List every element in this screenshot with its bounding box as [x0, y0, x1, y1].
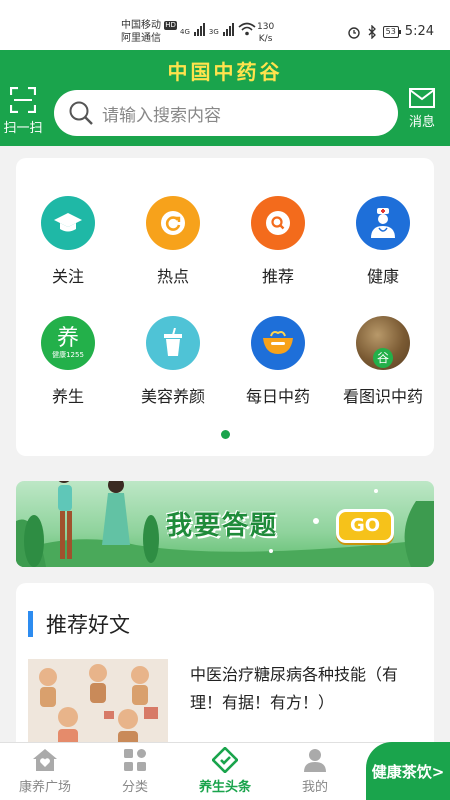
health-tea-button[interactable]: 健康茶饮> [366, 742, 450, 800]
scan-icon [10, 87, 36, 113]
tab-label: 养生头条 [198, 780, 251, 795]
banner-title: 我要答题 [166, 511, 279, 541]
network-type-1: 4G [180, 28, 190, 36]
category-wellness[interactable]: 养 健康1255 养生 [18, 316, 118, 407]
category-label: 美容养颜 [140, 387, 205, 406]
category-label: 看图识中药 [342, 387, 423, 406]
category-daily-herb[interactable]: 每日中药 [228, 316, 328, 407]
status-bar: 中国移动 HD 阿里通信 4G 3G 130 K/s 53 5:24 [0, 0, 450, 50]
pager-dot[interactable] [221, 430, 230, 439]
signal-icon [222, 22, 234, 36]
category-label: 关注 [51, 267, 84, 286]
yangsheng-logo-icon: 养 健康1255 [41, 316, 95, 370]
category-label: 每日中药 [245, 387, 310, 406]
app-header: 中国中药谷 扫一扫 请输入搜索内容 消息 [0, 50, 450, 146]
quiz-banner[interactable]: 我要答题 GO [16, 481, 434, 567]
category-card: 关注 热点 推荐 健康 养 健康1255 养生 美容养颜 每日中药 谷 看图识中… [16, 158, 434, 456]
home-heart-icon [33, 749, 57, 771]
category-label: 养生 [51, 387, 84, 406]
refresh-icon [146, 196, 200, 250]
herb-photo-badge: 谷 [373, 348, 393, 368]
bluetooth-icon [368, 24, 376, 39]
clock: 5:24 [404, 24, 434, 39]
section-title: 推荐好文 [46, 613, 130, 637]
network-indicators: 4G 3G [180, 22, 256, 36]
search-icon [69, 101, 93, 125]
network-type-2: 3G [208, 28, 219, 36]
status-right: 53 5:24 [347, 24, 434, 39]
doctor-icon [356, 196, 410, 250]
carrier-info: 中国移动 HD 阿里通信 [121, 19, 177, 45]
search-icon [251, 196, 305, 250]
category-beauty[interactable]: 美容养颜 [123, 316, 223, 407]
category-health[interactable]: 健康 [333, 196, 433, 287]
signal-icon [193, 22, 205, 36]
message-label: 消息 [408, 115, 435, 130]
carrier-secondary: 阿里通信 [121, 33, 161, 44]
graduation-cap-icon [41, 196, 95, 250]
tab-label: 我的 [301, 780, 328, 795]
hd-badge: HD [164, 21, 177, 30]
yangsheng-logo-subtext: 健康1255 [52, 351, 84, 359]
tab-category[interactable]: 分类 [95, 747, 175, 795]
tab-label: 康养广场 [18, 780, 71, 795]
speed-unit: K/s [258, 34, 273, 44]
battery-icon: 53 [382, 25, 402, 38]
category-follow[interactable]: 关注 [18, 196, 118, 287]
scan-label: 扫一扫 [3, 121, 43, 136]
carrier-primary: 中国移动 [121, 20, 161, 31]
tab-wellness-square[interactable]: 康养广场 [5, 747, 85, 795]
mail-icon [409, 88, 435, 108]
category-hot[interactable]: 热点 [123, 196, 223, 287]
network-speed: 130 K/s [257, 21, 274, 45]
category-grid-icon [124, 749, 146, 771]
article-thumbnail-illustration [28, 659, 168, 749]
category-label: 热点 [156, 267, 189, 286]
tab-headlines[interactable]: 养生头条 [185, 747, 265, 795]
scan-button[interactable]: 扫一扫 [0, 87, 46, 137]
cup-icon [146, 316, 200, 370]
search-input[interactable]: 请输入搜索内容 [54, 90, 398, 136]
category-label: 健康 [366, 267, 399, 286]
user-icon [304, 749, 326, 772]
yangsheng-logo-text: 养 [56, 326, 79, 351]
herb-bowl-icon [251, 316, 305, 370]
speed-value: 130 [257, 22, 275, 32]
category-label: 推荐 [261, 267, 294, 286]
article-title[interactable]: 中医治疗糖尿病各种技能（有理！有据！有方！） [190, 661, 422, 717]
go-button[interactable]: GO [336, 509, 394, 543]
article-thumbnail[interactable] [28, 659, 168, 749]
app-title: 中国中药谷 [167, 60, 283, 84]
herb-photo-icon: 谷 [356, 316, 410, 370]
category-recommend[interactable]: 推荐 [228, 196, 328, 287]
tab-mine[interactable]: 我的 [275, 747, 355, 795]
message-button[interactable]: 消息 [402, 88, 442, 138]
section-accent-bar [28, 611, 33, 637]
headline-icon [212, 747, 238, 773]
wifi-icon [238, 22, 256, 36]
tab-label: 分类 [121, 780, 148, 795]
category-herb-images[interactable]: 谷 看图识中药 [333, 316, 433, 407]
alarm-icon [347, 26, 360, 39]
search-placeholder: 请输入搜索内容 [102, 105, 221, 126]
